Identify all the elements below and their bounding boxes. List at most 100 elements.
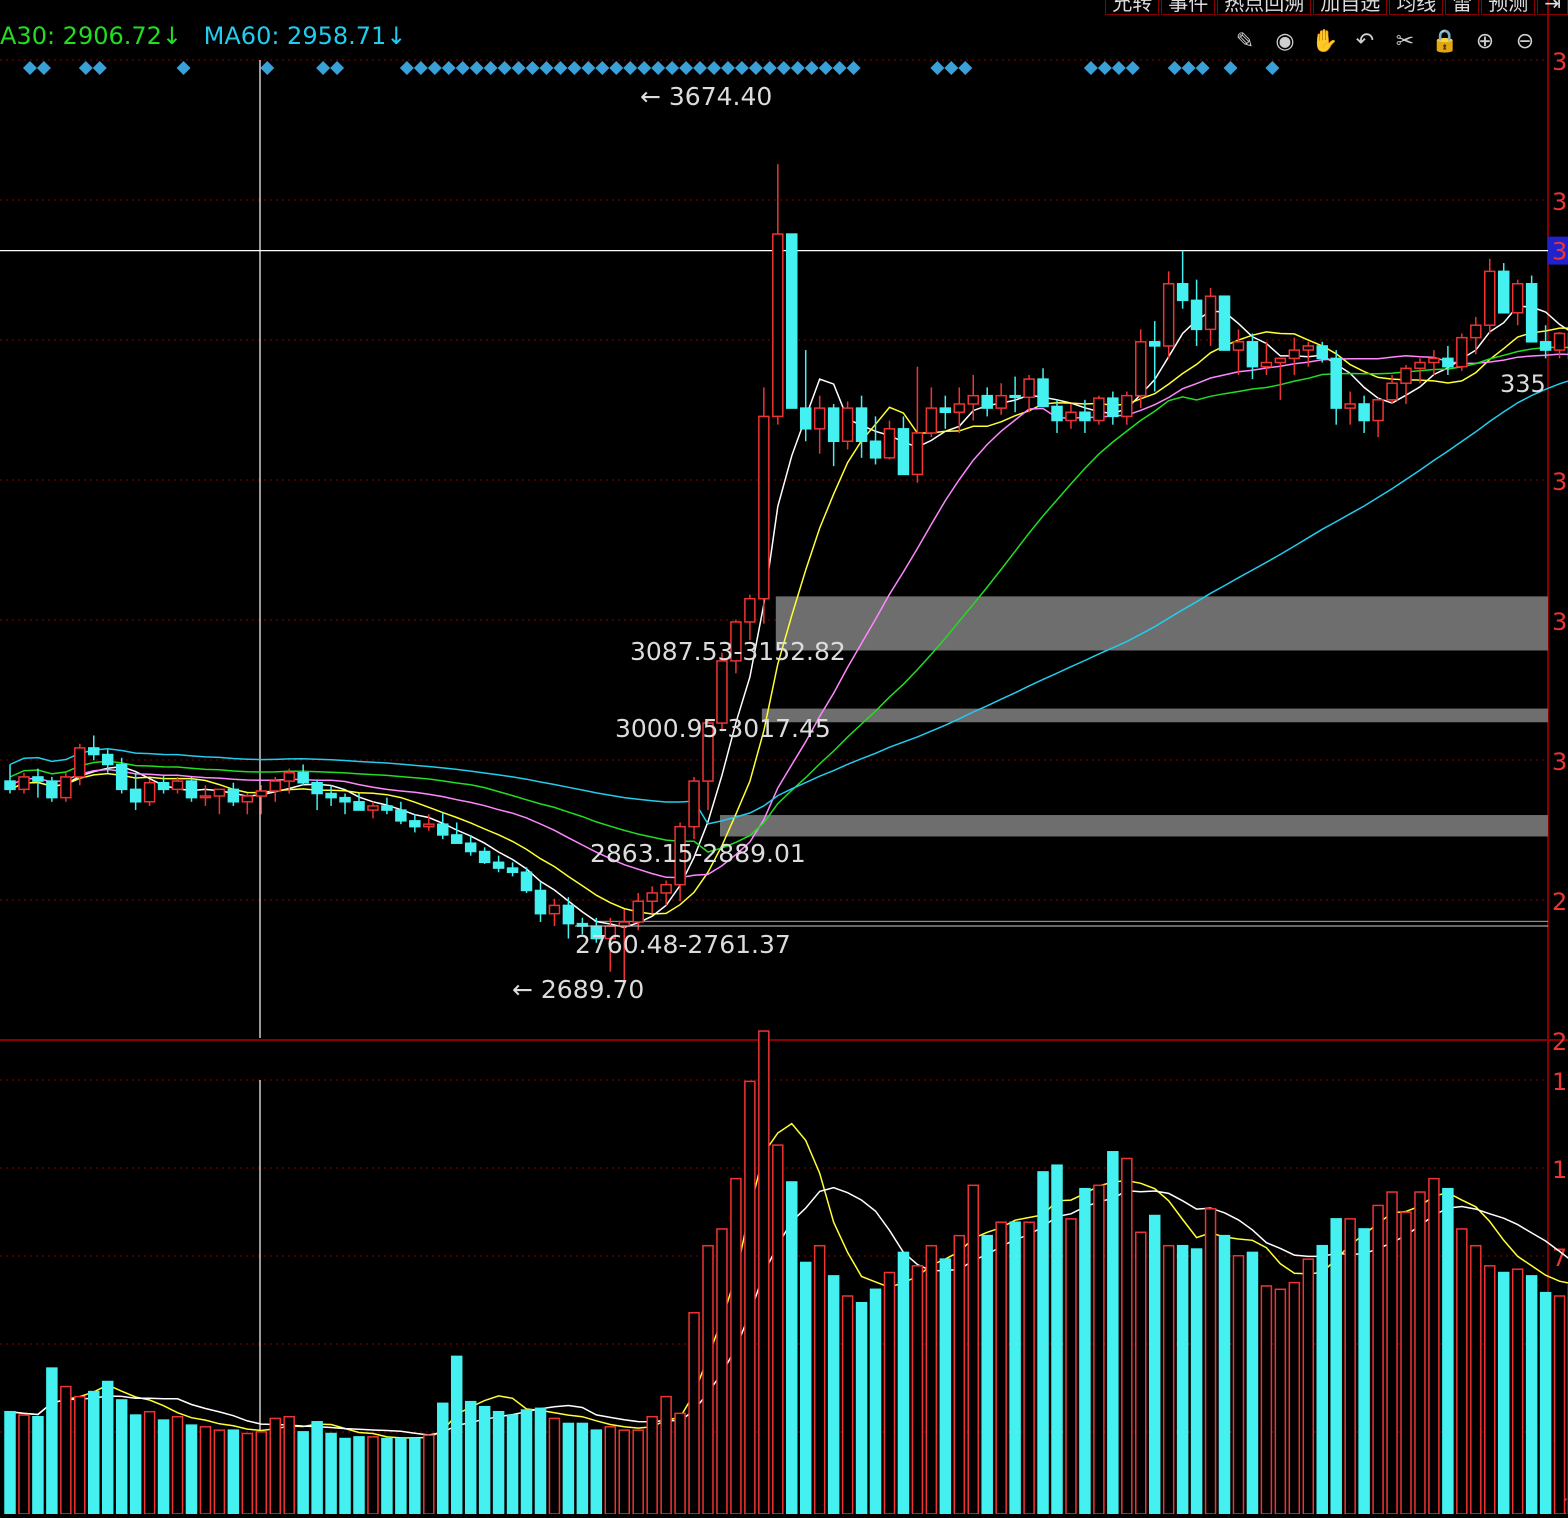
volume-bar (1190, 1248, 1203, 1515)
volume-bar (953, 1234, 966, 1515)
signal-marker (609, 61, 624, 75)
candle-up (660, 883, 672, 894)
signal-marker (790, 61, 805, 75)
volume-bar (129, 1414, 142, 1515)
volume-bar (618, 1429, 630, 1515)
volume-bar (688, 1312, 700, 1515)
volume-bar (841, 1295, 854, 1515)
candle-down (157, 781, 170, 791)
volume-bar (897, 1251, 910, 1515)
top-tab-3[interactable]: 加自选 (1313, 0, 1388, 15)
candle-up (841, 407, 854, 443)
eye-icon[interactable]: ◉ (1268, 26, 1302, 56)
volume-bar (32, 1415, 44, 1515)
candle-down (32, 776, 44, 782)
candle-down (325, 792, 337, 799)
volume-bar (1400, 1211, 1412, 1515)
candle-up (1121, 394, 1133, 418)
candle-up (967, 394, 979, 405)
signal-marker (260, 61, 275, 75)
undo-icon[interactable]: ↶ (1348, 26, 1382, 56)
candle-down (1107, 397, 1119, 418)
candle-down (799, 407, 812, 430)
ma-right-label: 335 (1500, 370, 1546, 398)
candle-down (1525, 283, 1538, 343)
volume-bar (660, 1395, 672, 1515)
candle-up (60, 776, 72, 799)
top-tab-4[interactable]: 均线 (1389, 0, 1444, 15)
volume-tick-label: 1 (1552, 1068, 1567, 1096)
top-tab-5[interactable]: 雷 (1445, 0, 1480, 15)
volume-bar (1428, 1177, 1440, 1515)
candle-down (1190, 299, 1203, 331)
volume-bar (1484, 1265, 1496, 1515)
candle-up (1232, 341, 1245, 351)
candle-up (1162, 283, 1175, 347)
candle-down (101, 753, 114, 766)
volume-bar (562, 1422, 575, 1515)
candle-up (1414, 361, 1426, 370)
signal-marker (330, 61, 345, 75)
volume-bar (1442, 1187, 1454, 1515)
volume-bar (297, 1431, 309, 1515)
pen-icon[interactable]: ✎ (1228, 26, 1262, 56)
volume-bar (716, 1228, 728, 1515)
hand-icon[interactable]: ✋ (1308, 26, 1342, 56)
lock-icon[interactable]: 🔒 (1428, 26, 1462, 56)
price-tick-label: 3 (1552, 188, 1567, 216)
volume-bar (255, 1431, 268, 1515)
volume-bar (1539, 1291, 1552, 1515)
candle-down (450, 834, 463, 844)
ma-legend: A30: 2906.72↓ MA60: 2958.71↓ (0, 22, 420, 50)
candle-down (786, 233, 798, 409)
candle-down (409, 820, 421, 828)
candle-up (813, 407, 826, 430)
volume-bar (799, 1261, 812, 1515)
top-tabs: 允转 事件 热点回溯 加自选 均线雷预测 ⇥ (1103, 0, 1568, 16)
volume-bar (1414, 1191, 1426, 1515)
price-annotation: ← 2689.70 (512, 975, 644, 1004)
volume-bar (1330, 1218, 1342, 1515)
volume-bar (1093, 1184, 1105, 1515)
signal-marker (539, 61, 554, 75)
volume-bar (1372, 1204, 1384, 1515)
candle-down (311, 781, 323, 795)
candle-down (353, 801, 365, 811)
candle-up (618, 921, 630, 927)
signal-marker (22, 61, 37, 75)
zoom-in-icon[interactable]: ⊕ (1468, 26, 1502, 56)
scissors-icon[interactable]: ✂ (1388, 26, 1422, 56)
candle-up (367, 805, 379, 811)
volume-bar (1525, 1275, 1538, 1515)
candle-up (1093, 397, 1105, 422)
top-tab-6[interactable]: 预测 (1481, 0, 1536, 15)
volume-bar (269, 1417, 281, 1515)
signal-marker (36, 61, 51, 75)
volume-bar (869, 1288, 882, 1515)
volume-bar (506, 1414, 519, 1515)
signal-marker (930, 61, 945, 75)
gap-zone (719, 815, 1548, 837)
top-tab-0[interactable]: 允转 (1105, 0, 1160, 15)
volume-bar (1246, 1251, 1259, 1515)
volume-bar (520, 1409, 533, 1515)
signal-marker (734, 61, 749, 75)
volume-bar (911, 1265, 924, 1515)
volume-bar (534, 1407, 547, 1515)
zoom-out-icon[interactable]: ⊖ (1508, 26, 1542, 56)
candle-up (1511, 283, 1524, 314)
volume-bar (1386, 1191, 1398, 1515)
price-tick-label: 2 (1552, 888, 1567, 916)
candle-down (1442, 357, 1454, 368)
volume-bar (1511, 1268, 1524, 1515)
chart-stage[interactable]: 3333332211752X3← 3674.403087.53-3152.823… (0, 0, 1568, 1518)
candle-up (1260, 361, 1273, 368)
volume-bar (1148, 1214, 1161, 1515)
top-tab-1[interactable]: 事件 (1161, 0, 1216, 15)
top-tab-2[interactable]: 热点回溯 (1217, 0, 1312, 15)
top-tab-7[interactable]: ⇥ (1537, 0, 1568, 15)
volume-bar (590, 1429, 603, 1515)
volume-bar (1121, 1157, 1133, 1515)
volume-bar (171, 1415, 184, 1515)
kline-chart[interactable]: 3333332211752X3← 3674.403087.53-3152.823… (0, 0, 1568, 1518)
